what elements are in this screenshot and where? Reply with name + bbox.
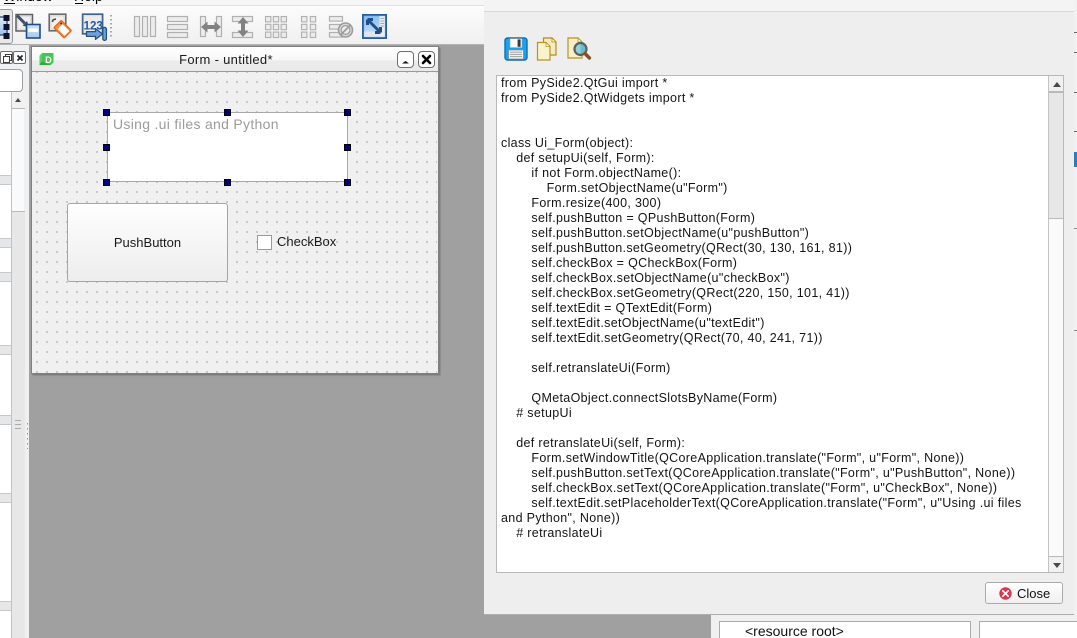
svg-text:D: D: [45, 55, 52, 65]
svg-text:123: 123: [84, 21, 103, 33]
